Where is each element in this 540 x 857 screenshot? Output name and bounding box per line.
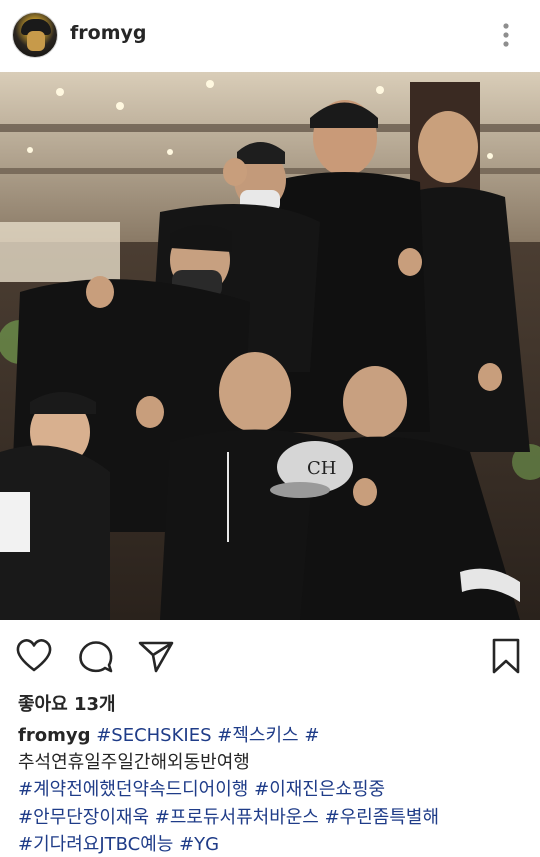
caption-line-5: #기다려요JTBC예능 #YG bbox=[18, 831, 533, 857]
caption-line-2: 추석연휴일주일간해외동반여행 bbox=[18, 752, 250, 774]
hashtag[interactable]: #이재진은쇼핑중 bbox=[254, 779, 385, 800]
post-caption: fromyg #SECHSKIES #젝스키스 # 추석연휴일주일간해외동반여행… bbox=[18, 722, 533, 857]
caption-line-4: #안무단장이재욱 #프로듀서퓨처바운스 #우린좀특별해 bbox=[18, 804, 533, 831]
more-vertical-icon[interactable] bbox=[498, 20, 514, 50]
hashtag[interactable]: #안무단장이재욱 bbox=[18, 807, 149, 828]
hashtag[interactable]: #젝스키스 bbox=[217, 725, 298, 746]
post-photo[interactable]: CH bbox=[0, 72, 540, 620]
hashtag[interactable]: #YG bbox=[179, 834, 219, 855]
hashtag[interactable]: # bbox=[304, 725, 319, 746]
bookmark-icon[interactable] bbox=[486, 636, 526, 676]
hashtag[interactable]: #계약전에했던약속드디어이행 bbox=[18, 779, 248, 800]
caption-username[interactable]: fromyg bbox=[18, 725, 90, 746]
post-username[interactable]: fromyg bbox=[70, 22, 146, 44]
hashtag[interactable]: #우린좀특별해 bbox=[325, 807, 439, 828]
hashtag[interactable]: #기다려요JTBC예능 bbox=[18, 834, 173, 855]
hashtag[interactable]: #프로듀서퓨처바운스 bbox=[155, 807, 319, 828]
likes-count[interactable]: 좋아요 13개 bbox=[18, 690, 116, 716]
heart-icon[interactable] bbox=[14, 636, 54, 676]
curtain bbox=[0, 222, 120, 282]
post-header: fromyg bbox=[0, 0, 540, 72]
send-icon[interactable] bbox=[136, 636, 176, 676]
caption-line-1: fromyg #SECHSKIES #젝스키스 # bbox=[18, 722, 533, 749]
caption-line-3: #계약전에했던약속드디어이행 #이재진은쇼핑중 bbox=[18, 776, 533, 803]
profile-avatar[interactable] bbox=[12, 12, 58, 58]
svg-text:CH: CH bbox=[307, 458, 336, 479]
avatar-face-shape bbox=[27, 31, 45, 51]
action-bar bbox=[0, 630, 540, 682]
comment-icon[interactable] bbox=[76, 636, 116, 676]
hashtag[interactable]: #SECHSKIES bbox=[96, 725, 211, 746]
